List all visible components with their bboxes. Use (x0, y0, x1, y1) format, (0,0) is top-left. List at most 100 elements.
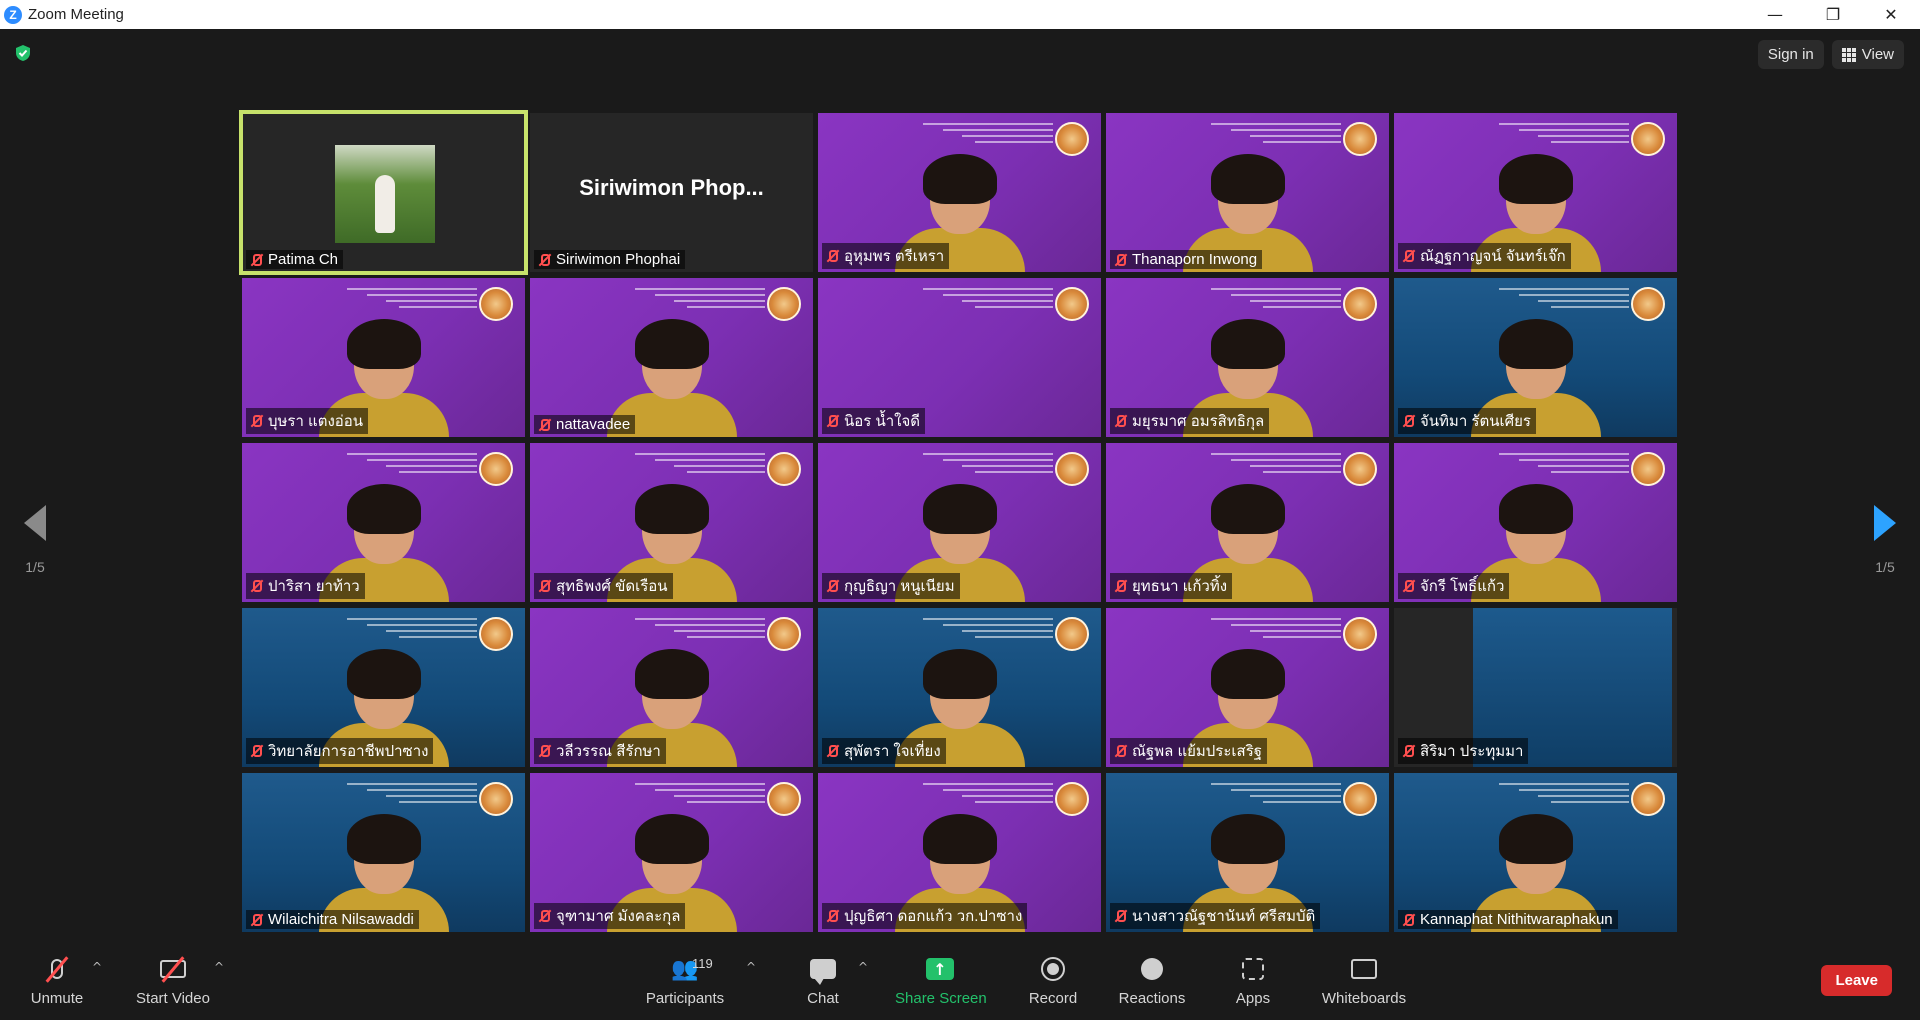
audio-options-caret-icon[interactable]: ^ (92, 960, 102, 974)
participant-name: สิริมา ประทุมมา (1420, 743, 1524, 760)
participant-tile[interactable]: นางสาวณัฐชานันท์ ศรีสมบัติ (1106, 773, 1389, 932)
muted-mic-icon (825, 414, 839, 428)
participant-name-label: นางสาวณัฐชานันท์ ศรีสมบัติ (1110, 903, 1321, 929)
participant-name-label: อุหุมพร ตรีเหรา (822, 243, 950, 269)
start-video-button[interactable]: Start Video (128, 954, 218, 1007)
share-screen-button[interactable]: ↑ Share Screen (895, 954, 987, 1007)
participant-tile[interactable]: วลีวรรณ สีรักษา (530, 608, 813, 767)
emblem-icon (1631, 782, 1665, 816)
muted-mic-icon (249, 744, 263, 758)
participant-name-label: ยุทธนา แก้วทิ้ง (1110, 573, 1233, 599)
muted-mic-icon (1401, 579, 1415, 593)
participant-name: สุพัตรา ใจเที่ยง (844, 743, 941, 760)
emblem-icon (1631, 452, 1665, 486)
participant-tile[interactable]: ปาริสา ยาท้าว (242, 443, 525, 602)
participant-tile[interactable]: nattavadee (530, 278, 813, 437)
apps-button[interactable]: Apps (1208, 954, 1298, 1007)
chat-button[interactable]: Chat (778, 954, 868, 1007)
whiteboards-label: Whiteboards (1321, 990, 1407, 1007)
sign-in-button[interactable]: Sign in (1757, 40, 1824, 69)
emblem-icon (767, 617, 801, 651)
emblem-icon (767, 452, 801, 486)
unmute-button[interactable]: Unmute (12, 954, 102, 1007)
participant-tile[interactable]: กุญธิญา หนูเนียม (818, 443, 1101, 602)
arrow-right-icon (1874, 505, 1896, 541)
share-screen-label: Share Screen (895, 990, 987, 1007)
participant-tile[interactable]: จุฑามาศ มังคละกุล (530, 773, 813, 932)
window-controls: — ❐ ✕ (1746, 0, 1920, 29)
chat-label: Chat (807, 990, 839, 1007)
top-right-controls: Sign in View (1757, 40, 1904, 69)
participant-tile[interactable]: Kannaphat Nithitwaraphakun (1394, 773, 1677, 932)
muted-mic-icon (1113, 414, 1127, 428)
participant-tile[interactable]: วิทยาลัยการอาชีพปาซาง (242, 608, 525, 767)
chat-caret-icon[interactable]: ^ (858, 960, 868, 974)
participant-tile[interactable]: Wilaichitra Nilsawaddi (242, 773, 525, 932)
banner-text-graphic (923, 453, 1053, 477)
participant-tile[interactable]: Thanaporn Inwong (1106, 113, 1389, 272)
profile-photo (335, 145, 435, 243)
close-button[interactable]: ✕ (1862, 0, 1920, 29)
banner-text-graphic (635, 618, 765, 642)
participant-tile[interactable]: Patima Ch (239, 110, 528, 275)
participant-name: Siriwimon Phophai (556, 251, 681, 268)
participant-tile[interactable]: Siriwimon Phop... Siriwimon Phophai (530, 113, 813, 272)
participant-tile[interactable]: สุทธิพงศ์ ขัดเรือน (530, 443, 813, 602)
meeting-toolbar: Unmute ^ Start Video ^ 👥 119 Participants… (0, 946, 1920, 1020)
restore-button[interactable]: ❐ (1804, 0, 1862, 29)
next-page-button[interactable]: 1/5 (1850, 505, 1920, 575)
encryption-shield-icon[interactable] (14, 44, 32, 62)
participants-label: Participants (645, 990, 725, 1007)
participant-tile[interactable]: ปุญธิศา ดอกแก้ว วก.ปาซาง (818, 773, 1101, 932)
participant-name: จันทิมา รัตนเศียร (1420, 413, 1531, 430)
participant-name-label: สุทธิพงศ์ ขัดเรือน (534, 573, 673, 599)
participants-button[interactable]: 👥 119 Participants (640, 954, 730, 1007)
banner-text-graphic (1211, 288, 1341, 312)
banner-text-graphic (923, 783, 1053, 807)
participant-name: จักรี โพธิ์แก้ว (1420, 578, 1505, 595)
video-options-caret-icon[interactable]: ^ (214, 960, 224, 974)
emblem-icon (1055, 287, 1089, 321)
participants-caret-icon[interactable]: ^ (746, 960, 756, 974)
minimize-button[interactable]: — (1746, 0, 1804, 29)
title-bar: Z Zoom Meeting — ❐ ✕ (0, 0, 1920, 29)
whiteboards-button[interactable]: Whiteboards (1318, 954, 1410, 1007)
smiley-plus-icon (1141, 958, 1163, 980)
participant-name-label: ปุญธิศา ดอกแก้ว วก.ปาซาง (822, 903, 1028, 929)
participant-tile[interactable]: จักรี โพธิ์แก้ว (1394, 443, 1677, 602)
participant-name-label: Siriwimon Phophai (534, 250, 686, 269)
leave-button[interactable]: Leave (1821, 965, 1892, 996)
participant-name: nattavadee (556, 416, 631, 433)
participant-tile[interactable]: บุษรา แตงอ่อน (242, 278, 525, 437)
participant-tile[interactable]: ณัฏฐกาญจน์ จันทร์เจ๊ก (1394, 113, 1677, 272)
participant-name-label: Wilaichitra Nilsawaddi (246, 910, 419, 929)
record-button[interactable]: Record (1008, 954, 1098, 1007)
participant-tile[interactable]: นิอร น้ำใจดี (818, 278, 1101, 437)
banner-text-graphic (923, 618, 1053, 642)
muted-mic-icon (825, 249, 839, 263)
participant-name-label: ปาริสา ยาท้าว (246, 573, 365, 599)
participant-name: ปาริสา ยาท้าว (268, 578, 360, 595)
participant-name-label: Kannaphat Nithitwaraphakun (1398, 910, 1618, 929)
participant-tile[interactable]: จันทิมา รัตนเศียร (1394, 278, 1677, 437)
participant-tile[interactable]: สิริมา ประทุมมา (1394, 608, 1677, 767)
participant-name: Thanaporn Inwong (1132, 251, 1258, 268)
participant-name-label: Patima Ch (246, 250, 344, 269)
participant-tile[interactable]: สุพัตรา ใจเที่ยง (818, 608, 1101, 767)
record-label: Record (1028, 990, 1078, 1007)
participant-tile[interactable]: อุหุมพร ตรีเหรา (818, 113, 1101, 272)
muted-mic-icon (825, 744, 839, 758)
banner-text-graphic (1499, 123, 1629, 147)
view-button[interactable]: View (1831, 40, 1904, 69)
participant-name: ปุญธิศา ดอกแก้ว วก.ปาซาง (844, 908, 1023, 925)
reactions-button[interactable]: Reactions (1107, 954, 1197, 1007)
participant-tile[interactable]: ยุทธนา แก้วทิ้ง (1106, 443, 1389, 602)
participant-tile[interactable]: ณัฐพล แย้มประเสริฐ (1106, 608, 1389, 767)
muted-mic-icon (249, 913, 263, 927)
previous-page-button[interactable]: 1/5 (0, 505, 70, 575)
banner-text-graphic (635, 453, 765, 477)
participant-tile[interactable]: มยุรมาศ อมรสิทธิกุล (1106, 278, 1389, 437)
participant-name-label: สิริมา ประทุมมา (1398, 738, 1529, 764)
participant-name-label: ณัฏฐกาญจน์ จันทร์เจ๊ก (1398, 243, 1571, 269)
muted-mic-icon (537, 744, 551, 758)
